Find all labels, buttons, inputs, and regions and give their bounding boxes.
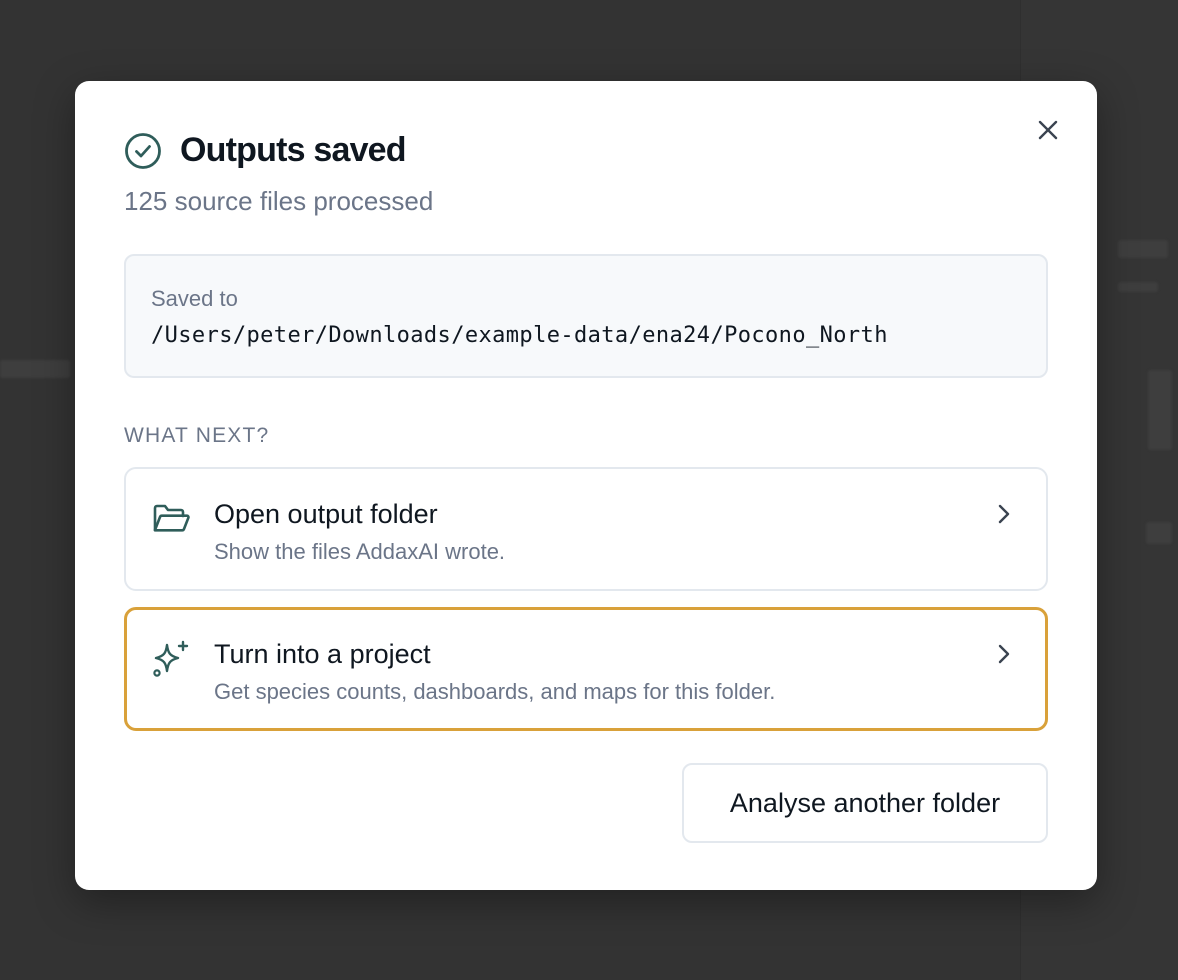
chevron-right-icon	[998, 644, 1010, 664]
open-output-folder-option[interactable]: Open output folder Show the files AddaxA…	[124, 467, 1048, 591]
analyse-another-folder-button[interactable]: Analyse another folder	[682, 763, 1048, 843]
dialog-header: Outputs saved	[124, 131, 407, 170]
dialog-title: Outputs saved	[180, 131, 407, 169]
chevron-right-icon	[998, 504, 1010, 524]
what-next-heading: WHAT NEXT?	[124, 424, 270, 447]
option-description: Get species counts, dashboards, and maps…	[214, 679, 776, 704]
close-button[interactable]	[1033, 115, 1063, 145]
option-title: Turn into a project	[214, 639, 431, 669]
folder-open-icon	[153, 504, 190, 532]
turn-into-project-option[interactable]: Turn into a project Get species counts, …	[124, 607, 1048, 731]
saved-path: /Users/peter/Downloads/example-data/ena2…	[151, 323, 888, 348]
option-title: Open output folder	[214, 499, 438, 529]
option-description: Show the files AddaxAI wrote.	[214, 539, 506, 564]
saved-to-label: Saved to	[151, 286, 238, 311]
dialog-subtitle: 125 source files processed	[124, 186, 434, 216]
close-icon	[1038, 120, 1058, 140]
sparkles-icon	[153, 640, 189, 677]
outputs-saved-dialog: Outputs saved 125 source files processed…	[75, 81, 1097, 890]
check-circle-icon	[125, 132, 161, 169]
saved-location-box: Saved to /Users/peter/Downloads/example-…	[124, 254, 1048, 378]
